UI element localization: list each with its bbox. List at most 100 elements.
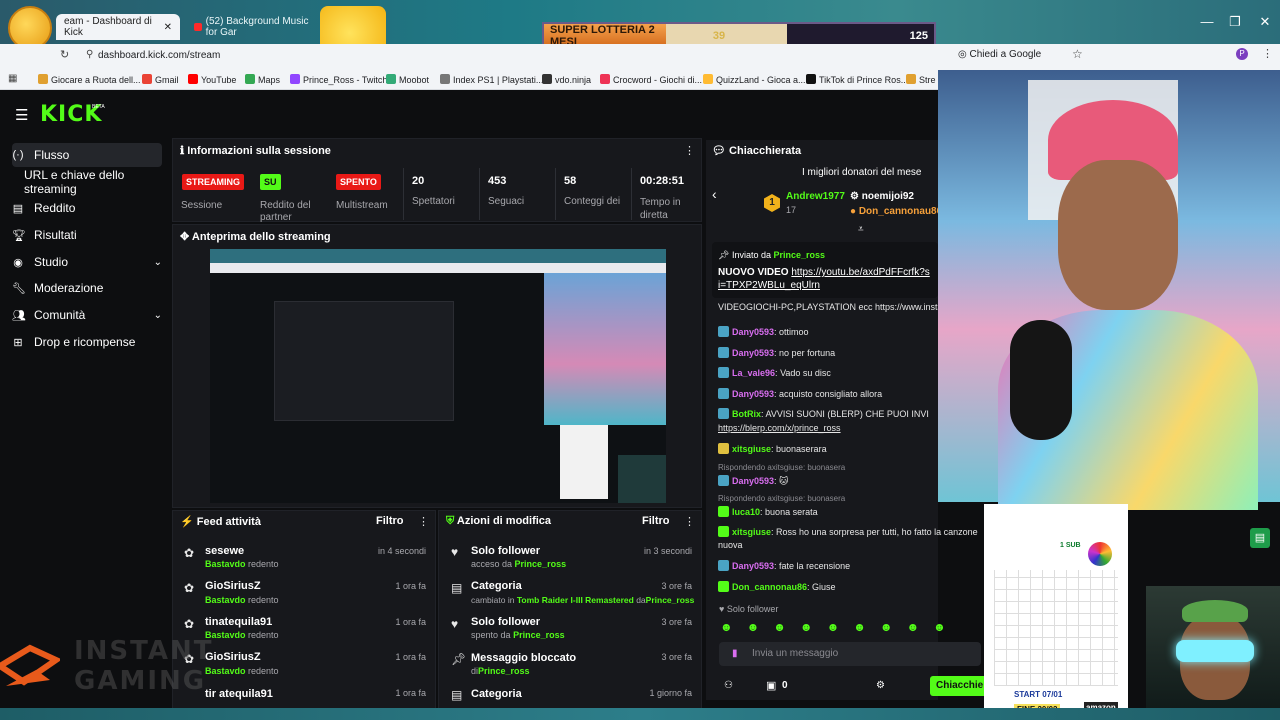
chat-link[interactable]: https://blerp.com/x/prince_ross [718,423,841,433]
bookmark-item[interactable]: Index PS1 | Playstati... [440,74,543,85]
feed-user[interactable]: GioSiriusZ [205,580,261,592]
reload-icon[interactable]: ↻ [60,48,69,61]
revenue-icon: ▤ [12,202,24,215]
stream-icon: (·) [12,149,24,161]
emote-icon: 🐱︎ [779,476,789,486]
bookmark-item[interactable]: vdo.ninja [542,74,591,85]
mod-actor[interactable]: Prince_ross [515,559,567,569]
chat-user[interactable]: Don_cannonau86 [732,582,807,592]
chat-user[interactable]: Dany0593 [732,476,774,486]
youtube-icon [188,74,198,84]
feed-time: 1 ora fa [395,617,426,627]
bookmark-item[interactable]: TikTok di Prince Ros... [806,74,908,85]
sidebar-item-risultati[interactable]: 🏆︎ Risultati [12,223,162,247]
sidebar-item-reddito[interactable]: ▤ Reddito [12,196,162,220]
chat-user[interactable]: Dany0593 [732,348,774,358]
emote-icon[interactable]: ☻ [747,620,760,636]
donor-name[interactable]: ⚙ noemijoi92 [850,191,914,202]
bookmark-label: Maps [258,75,281,85]
emote-icon[interactable]: ☻ [800,620,813,636]
url-field[interactable]: dashboard.kick.com/stream [98,50,220,61]
gift-icon[interactable]: ▣ [766,679,776,692]
more-icon[interactable]: ⋮ [418,515,429,528]
sidebar-item-flusso[interactable]: (·) Flusso [12,143,162,167]
feed-user[interactable]: tinatequila91 [205,616,272,628]
users-icon[interactable]: ⚇ [724,680,733,691]
emote-icon[interactable]: ☻ [853,620,866,636]
profile-avatar[interactable]: P [1236,48,1248,60]
star-icon[interactable]: ☆ [1072,47,1083,61]
live-time-value: 00:28:51 [640,175,685,187]
mic-icon[interactable]: ▮ [732,648,738,659]
chat-message: Don_cannonau86: Giuse [718,581,836,592]
emote-icon[interactable]: ☻ [827,620,840,636]
chat-user[interactable]: La_vale96 [732,368,775,378]
feed-user[interactable]: sesewe [205,545,244,557]
more-icon[interactable]: ⋮ [684,515,695,528]
mod-badge-icon [718,475,729,486]
chat-user[interactable]: xitsgiuse [732,444,771,454]
more-icon[interactable]: ⋮ [684,144,695,157]
close-icon[interactable]: ✕ [164,22,172,33]
settings-icon[interactable]: ⚙ [876,680,885,691]
activity-filter-button[interactable]: Filtro [376,515,404,527]
bookmark-item[interactable]: Maps [245,74,280,85]
maximize-button[interactable]: ❐ [1220,14,1250,34]
mod-actor[interactable]: Prince_ross [513,630,565,640]
sidebar-item-studio[interactable]: ◉ Studio ⌄ [12,250,162,274]
tab-music[interactable]: (52) Background Music for Gar [186,14,318,40]
bookmark-item[interactable]: QuizzLand - Gioca a... [703,74,806,85]
sidebar-item-moderazione[interactable]: 🔧︎ Moderazione [12,276,162,300]
emote-icon[interactable]: ☻ [773,620,786,636]
emote-icon[interactable]: ☻ [933,620,946,636]
sidebar-item-drop[interactable]: ⊞ Drop e ricompense [12,330,162,354]
chat-user[interactable]: Dany0593 [732,327,774,337]
chevron-left-icon[interactable]: ‹ [712,186,717,202]
mod-action-detail: diPrince_ross [471,666,530,676]
chat-user[interactable]: luca10 [732,507,760,517]
donor-name[interactable]: Andrew1977 [786,191,845,202]
gmail-icon [142,74,152,84]
hamburger-icon[interactable]: ☰ [15,106,28,124]
emote-icon[interactable]: ☻ [906,620,919,636]
bookmark-item[interactable]: Prince_Ross - Twitch [290,74,387,85]
apps-icon[interactable]: ▦ [8,73,17,84]
site-info-icon[interactable]: ⚲ [86,49,93,60]
emote-icon[interactable]: ☻ [880,620,893,636]
minimize-button[interactable]: — [1192,14,1222,34]
mod-filter-button[interactable]: Filtro [642,515,670,527]
chat-user[interactable]: xitsgiuse [732,527,771,537]
bookmark-item[interactable]: Giocare a Ruota dell... [38,74,141,85]
chat-popout-icon[interactable]: ▤ [1250,528,1270,548]
ask-google-button[interactable]: ◎ Chiedi a Google [958,49,1041,60]
mod-actor[interactable]: Prince_ross [478,666,530,676]
close-window-button[interactable]: ✕ [1250,14,1280,34]
stream-preview[interactable] [210,249,666,503]
chat-user[interactable]: Dany0593 [732,561,774,571]
chat-user[interactable]: Dany0593 [732,389,774,399]
sidebar-item-url[interactable]: URL e chiave dello streaming [24,168,174,196]
tab-dashboard[interactable]: eam - Dashboard di Kick ✕ [56,14,180,40]
bookmark-item[interactable]: Crocword - Giochi di... [600,74,702,85]
mod-game[interactable]: Tomb Raider I-III Remastered [517,595,634,605]
send-chat-button[interactable]: Chiacchie [930,676,990,696]
donor-name[interactable]: ● Don_cannonau86 [850,206,942,217]
mod-actor[interactable]: Prince_ross [646,595,695,605]
bookmark-label: TikTok di Prince Ros... [819,75,909,85]
bookmark-item[interactable]: Gmail [142,74,179,85]
collapse-icon[interactable]: ⩡ [858,224,864,235]
multistream-badge: SPENTO [336,174,381,190]
bookmark-item[interactable]: YouTube [188,74,236,85]
chat-user[interactable]: BotRix [732,409,761,419]
pinned-user[interactable]: Prince_ross [774,250,826,260]
emote-bar[interactable]: ☻ ☻ ☻ ☻ ☻ ☻ ☻ ☻ ☻ [720,620,980,636]
bookmark-item[interactable]: Moobot [386,74,429,85]
bookmark-item[interactable]: Stre [906,74,936,85]
webcam-overlay [938,70,1280,510]
sidebar-item-comunita[interactable]: 👥︎ Comunità ⌄ [12,303,162,327]
menu-icon[interactable]: ⋮ [1262,47,1273,60]
activity-title: ⚡ Feed attività [180,515,261,528]
sidebar-item-label: Reddito [34,201,76,215]
emote-icon[interactable]: ☻ [720,620,733,636]
preview-tabbar [210,249,666,263]
